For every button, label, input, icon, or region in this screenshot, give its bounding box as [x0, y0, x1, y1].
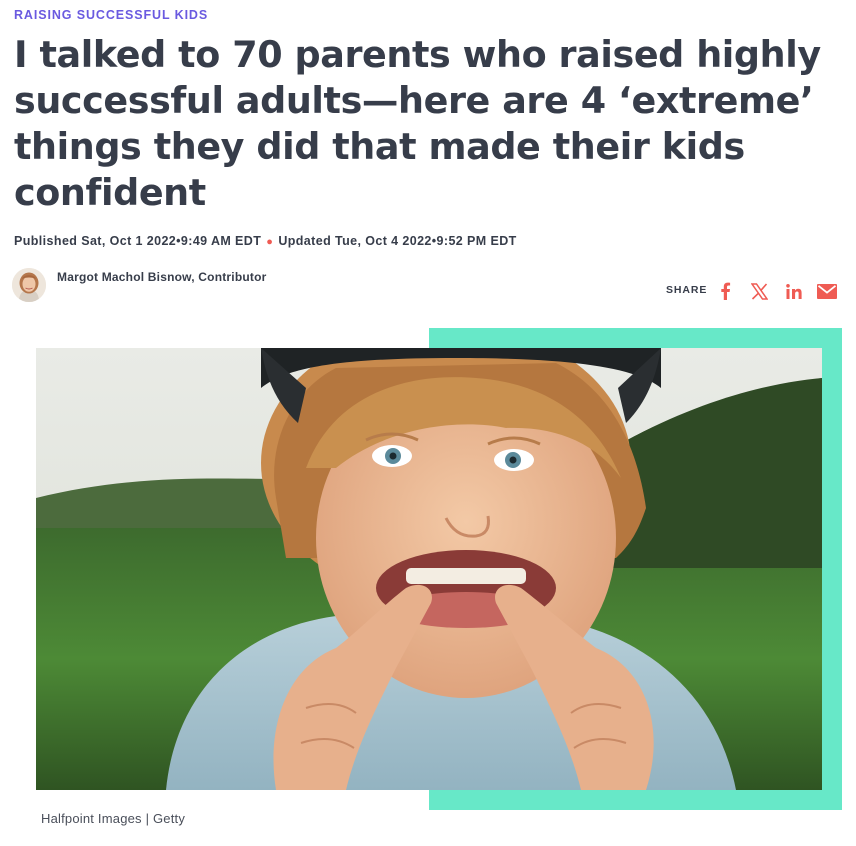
- article-hero-image: [36, 348, 822, 790]
- author-byline[interactable]: Margot Machol Bisnow, Contributor: [57, 270, 266, 284]
- share-bar: SHARE: [664, 280, 844, 302]
- x-icon[interactable]: [748, 280, 770, 302]
- author-avatar-image: [12, 268, 46, 302]
- updated-date: Updated Tue, Oct 4 2022•9:52 PM EDT: [278, 234, 517, 248]
- published-date: Published Sat, Oct 1 2022•9:49 AM EDT: [14, 234, 262, 248]
- dateline: Published Sat, Oct 1 2022•9:49 AM EDT ● Up…: [14, 234, 517, 248]
- share-label: SHARE: [666, 284, 708, 296]
- hero-photo-illustration: [36, 348, 822, 790]
- email-icon[interactable]: [816, 280, 838, 302]
- author-avatar[interactable]: [12, 268, 46, 302]
- image-caption: Halfpoint Images | Getty: [41, 811, 186, 826]
- section-kicker-link[interactable]: RAISING SUCCESSFUL KIDS: [14, 8, 208, 22]
- article-headline: I talked to 70 parents who raised highly…: [14, 33, 821, 214]
- linkedin-icon[interactable]: [783, 280, 805, 302]
- facebook-icon[interactable]: [714, 280, 736, 302]
- separator-dot: ●: [266, 236, 274, 248]
